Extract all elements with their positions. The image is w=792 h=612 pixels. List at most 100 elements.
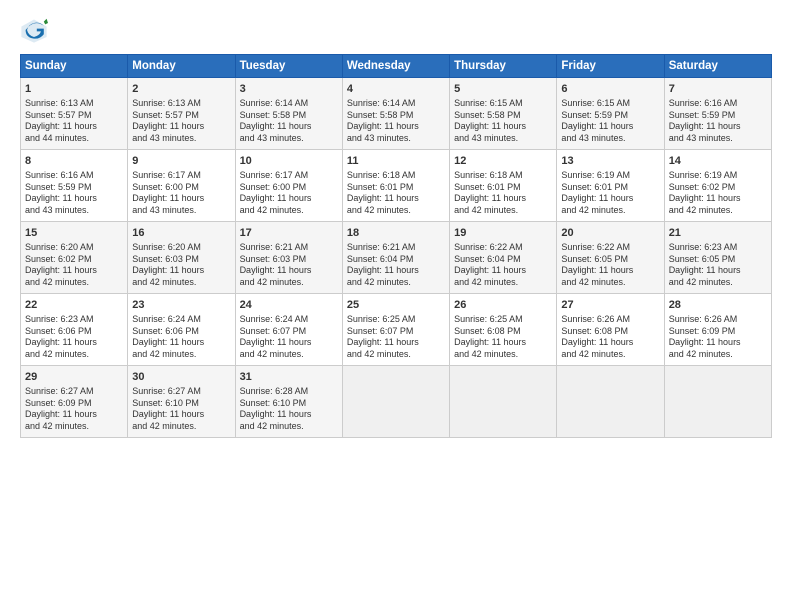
- day-number: 2: [132, 82, 230, 97]
- day-number: 10: [240, 154, 338, 169]
- header-sunday: Sunday: [21, 55, 128, 78]
- day-number: 26: [454, 298, 552, 313]
- day-number: 29: [25, 370, 123, 385]
- day-info: Sunrise: 6:17 AM Sunset: 6:00 PM Dayligh…: [132, 170, 230, 217]
- header-saturday: Saturday: [664, 55, 771, 78]
- day-number: 7: [669, 82, 767, 97]
- day-info: Sunrise: 6:27 AM Sunset: 6:10 PM Dayligh…: [132, 386, 230, 433]
- calendar-cell: [342, 366, 449, 438]
- header: [20, 16, 772, 44]
- day-number: 14: [669, 154, 767, 169]
- page: SundayMondayTuesdayWednesdayThursdayFrid…: [0, 0, 792, 448]
- calendar-cell: 14Sunrise: 6:19 AM Sunset: 6:02 PM Dayli…: [664, 150, 771, 222]
- calendar-cell: 6Sunrise: 6:15 AM Sunset: 5:59 PM Daylig…: [557, 78, 664, 150]
- day-info: Sunrise: 6:25 AM Sunset: 6:07 PM Dayligh…: [347, 314, 445, 361]
- day-number: 16: [132, 226, 230, 241]
- header-tuesday: Tuesday: [235, 55, 342, 78]
- calendar-cell: 3Sunrise: 6:14 AM Sunset: 5:58 PM Daylig…: [235, 78, 342, 150]
- day-info: Sunrise: 6:20 AM Sunset: 6:02 PM Dayligh…: [25, 242, 123, 289]
- day-number: 4: [347, 82, 445, 97]
- calendar-cell: 5Sunrise: 6:15 AM Sunset: 5:58 PM Daylig…: [450, 78, 557, 150]
- calendar-cell: 20Sunrise: 6:22 AM Sunset: 6:05 PM Dayli…: [557, 222, 664, 294]
- week-row-3: 15Sunrise: 6:20 AM Sunset: 6:02 PM Dayli…: [21, 222, 772, 294]
- calendar-cell: 8Sunrise: 6:16 AM Sunset: 5:59 PM Daylig…: [21, 150, 128, 222]
- day-number: 21: [669, 226, 767, 241]
- day-number: 13: [561, 154, 659, 169]
- calendar-cell: 19Sunrise: 6:22 AM Sunset: 6:04 PM Dayli…: [450, 222, 557, 294]
- week-row-4: 22Sunrise: 6:23 AM Sunset: 6:06 PM Dayli…: [21, 294, 772, 366]
- day-info: Sunrise: 6:22 AM Sunset: 6:05 PM Dayligh…: [561, 242, 659, 289]
- week-row-2: 8Sunrise: 6:16 AM Sunset: 5:59 PM Daylig…: [21, 150, 772, 222]
- day-info: Sunrise: 6:21 AM Sunset: 6:04 PM Dayligh…: [347, 242, 445, 289]
- day-number: 19: [454, 226, 552, 241]
- day-info: Sunrise: 6:26 AM Sunset: 6:08 PM Dayligh…: [561, 314, 659, 361]
- day-info: Sunrise: 6:26 AM Sunset: 6:09 PM Dayligh…: [669, 314, 767, 361]
- calendar-cell: [664, 366, 771, 438]
- day-number: 6: [561, 82, 659, 97]
- day-number: 22: [25, 298, 123, 313]
- day-number: 28: [669, 298, 767, 313]
- day-info: Sunrise: 6:19 AM Sunset: 6:02 PM Dayligh…: [669, 170, 767, 217]
- calendar-cell: 11Sunrise: 6:18 AM Sunset: 6:01 PM Dayli…: [342, 150, 449, 222]
- day-number: 23: [132, 298, 230, 313]
- day-info: Sunrise: 6:15 AM Sunset: 5:59 PM Dayligh…: [561, 98, 659, 145]
- calendar-cell: 18Sunrise: 6:21 AM Sunset: 6:04 PM Dayli…: [342, 222, 449, 294]
- calendar-cell: 16Sunrise: 6:20 AM Sunset: 6:03 PM Dayli…: [128, 222, 235, 294]
- day-info: Sunrise: 6:13 AM Sunset: 5:57 PM Dayligh…: [25, 98, 123, 145]
- day-number: 9: [132, 154, 230, 169]
- day-info: Sunrise: 6:18 AM Sunset: 6:01 PM Dayligh…: [347, 170, 445, 217]
- day-number: 15: [25, 226, 123, 241]
- calendar-cell: 31Sunrise: 6:28 AM Sunset: 6:10 PM Dayli…: [235, 366, 342, 438]
- calendar-cell: 7Sunrise: 6:16 AM Sunset: 5:59 PM Daylig…: [664, 78, 771, 150]
- calendar-cell: 26Sunrise: 6:25 AM Sunset: 6:08 PM Dayli…: [450, 294, 557, 366]
- day-info: Sunrise: 6:14 AM Sunset: 5:58 PM Dayligh…: [240, 98, 338, 145]
- calendar-cell: [450, 366, 557, 438]
- week-row-1: 1Sunrise: 6:13 AM Sunset: 5:57 PM Daylig…: [21, 78, 772, 150]
- calendar-cell: 29Sunrise: 6:27 AM Sunset: 6:09 PM Dayli…: [21, 366, 128, 438]
- day-info: Sunrise: 6:23 AM Sunset: 6:06 PM Dayligh…: [25, 314, 123, 361]
- logo: [20, 16, 50, 44]
- header-monday: Monday: [128, 55, 235, 78]
- day-number: 3: [240, 82, 338, 97]
- day-info: Sunrise: 6:24 AM Sunset: 6:06 PM Dayligh…: [132, 314, 230, 361]
- calendar-cell: 17Sunrise: 6:21 AM Sunset: 6:03 PM Dayli…: [235, 222, 342, 294]
- day-info: Sunrise: 6:25 AM Sunset: 6:08 PM Dayligh…: [454, 314, 552, 361]
- calendar-cell: [557, 366, 664, 438]
- day-info: Sunrise: 6:16 AM Sunset: 5:59 PM Dayligh…: [669, 98, 767, 145]
- day-number: 11: [347, 154, 445, 169]
- day-info: Sunrise: 6:22 AM Sunset: 6:04 PM Dayligh…: [454, 242, 552, 289]
- day-number: 30: [132, 370, 230, 385]
- calendar-cell: 28Sunrise: 6:26 AM Sunset: 6:09 PM Dayli…: [664, 294, 771, 366]
- header-wednesday: Wednesday: [342, 55, 449, 78]
- calendar-header-row: SundayMondayTuesdayWednesdayThursdayFrid…: [21, 55, 772, 78]
- calendar-cell: 10Sunrise: 6:17 AM Sunset: 6:00 PM Dayli…: [235, 150, 342, 222]
- calendar-cell: 1Sunrise: 6:13 AM Sunset: 5:57 PM Daylig…: [21, 78, 128, 150]
- calendar-cell: 24Sunrise: 6:24 AM Sunset: 6:07 PM Dayli…: [235, 294, 342, 366]
- day-info: Sunrise: 6:24 AM Sunset: 6:07 PM Dayligh…: [240, 314, 338, 361]
- week-row-5: 29Sunrise: 6:27 AM Sunset: 6:09 PM Dayli…: [21, 366, 772, 438]
- header-friday: Friday: [557, 55, 664, 78]
- day-info: Sunrise: 6:19 AM Sunset: 6:01 PM Dayligh…: [561, 170, 659, 217]
- calendar-cell: 21Sunrise: 6:23 AM Sunset: 6:05 PM Dayli…: [664, 222, 771, 294]
- day-number: 12: [454, 154, 552, 169]
- day-info: Sunrise: 6:13 AM Sunset: 5:57 PM Dayligh…: [132, 98, 230, 145]
- day-info: Sunrise: 6:15 AM Sunset: 5:58 PM Dayligh…: [454, 98, 552, 145]
- day-number: 1: [25, 82, 123, 97]
- day-number: 17: [240, 226, 338, 241]
- calendar-cell: 30Sunrise: 6:27 AM Sunset: 6:10 PM Dayli…: [128, 366, 235, 438]
- day-info: Sunrise: 6:23 AM Sunset: 6:05 PM Dayligh…: [669, 242, 767, 289]
- day-info: Sunrise: 6:20 AM Sunset: 6:03 PM Dayligh…: [132, 242, 230, 289]
- day-number: 20: [561, 226, 659, 241]
- day-info: Sunrise: 6:17 AM Sunset: 6:00 PM Dayligh…: [240, 170, 338, 217]
- calendar-cell: 4Sunrise: 6:14 AM Sunset: 5:58 PM Daylig…: [342, 78, 449, 150]
- day-number: 31: [240, 370, 338, 385]
- calendar-cell: 13Sunrise: 6:19 AM Sunset: 6:01 PM Dayli…: [557, 150, 664, 222]
- day-info: Sunrise: 6:18 AM Sunset: 6:01 PM Dayligh…: [454, 170, 552, 217]
- day-number: 5: [454, 82, 552, 97]
- day-number: 25: [347, 298, 445, 313]
- day-number: 24: [240, 298, 338, 313]
- calendar-cell: 23Sunrise: 6:24 AM Sunset: 6:06 PM Dayli…: [128, 294, 235, 366]
- calendar-cell: 2Sunrise: 6:13 AM Sunset: 5:57 PM Daylig…: [128, 78, 235, 150]
- day-info: Sunrise: 6:27 AM Sunset: 6:09 PM Dayligh…: [25, 386, 123, 433]
- header-thursday: Thursday: [450, 55, 557, 78]
